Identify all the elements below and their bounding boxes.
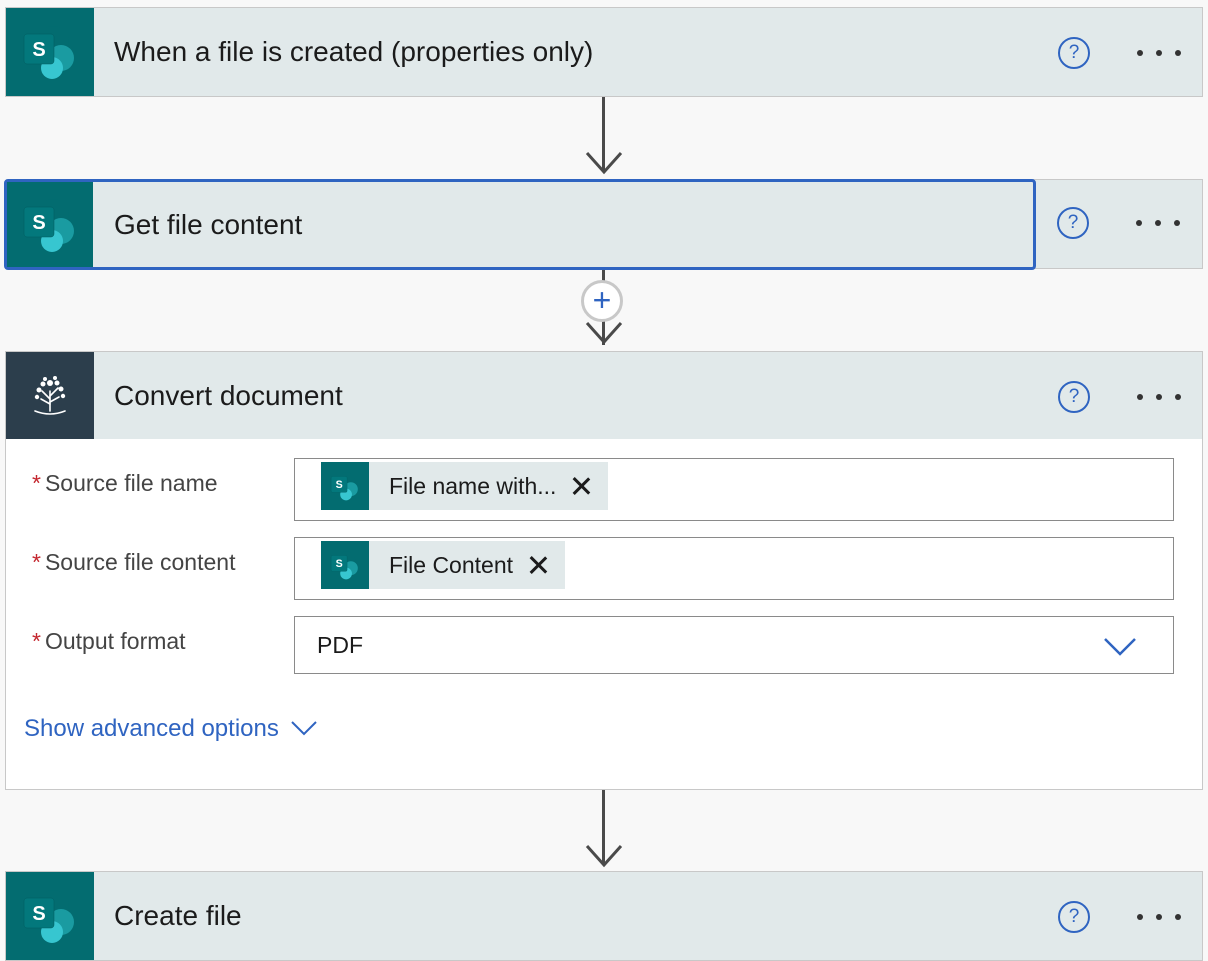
arrow-down-icon [585,321,623,345]
step-title: When a file is created (properties only) [114,36,594,67]
source-file-name-input[interactable]: File name with... [294,458,1174,521]
help-icon[interactable]: ? [1058,381,1090,413]
remove-token-icon[interactable] [570,475,592,497]
chevron-down-icon [1104,638,1136,656]
help-icon[interactable]: ? [1058,901,1090,933]
output-format-value: PDF [317,631,363,658]
step-title: Convert document [114,379,343,411]
more-options-icon[interactable] [1137,48,1181,58]
step-card-trigger[interactable]: When a file is created (properties only)… [5,7,1203,97]
arrow-down-icon [585,844,623,868]
remove-token-icon[interactable] [527,554,549,576]
field-label-source-file-content: * Source file content [32,549,236,575]
help-icon[interactable]: ? [1058,37,1090,69]
add-step-button[interactable]: + [581,280,623,322]
field-label-output-format: * Output format [32,628,186,654]
convert-tree-icon [6,352,94,439]
help-icon[interactable]: ? [1057,207,1089,239]
step-card-convert-document[interactable]: Convert document ? [5,351,1203,440]
arrow-down-icon [585,151,623,175]
step-title: Get file content [114,208,303,240]
step-title: Create file [114,900,242,931]
source-file-content-input[interactable]: File Content [294,537,1174,600]
plus-icon: + [592,282,612,318]
dynamic-content-token[interactable]: File name with... [321,462,609,510]
chevron-down-icon[interactable] [290,720,318,738]
more-options-icon[interactable] [1137,392,1181,402]
show-advanced-options-link[interactable]: Show advanced options [24,715,279,743]
sharepoint-icon [6,872,94,960]
sharepoint-icon [7,182,93,267]
field-label-source-file-name: * Source file name [32,470,218,496]
sharepoint-icon [321,541,369,589]
more-options-icon[interactable] [1137,912,1181,922]
sharepoint-icon [321,462,369,510]
sharepoint-icon [6,8,94,96]
step-card-get-file-content[interactable]: Get file content [4,179,1036,270]
more-options-icon[interactable] [1136,218,1180,228]
dynamic-content-token[interactable]: File Content [321,541,566,589]
output-format-select[interactable]: PDF [294,616,1174,674]
step-card-create-file[interactable]: Create file ? [5,871,1203,961]
